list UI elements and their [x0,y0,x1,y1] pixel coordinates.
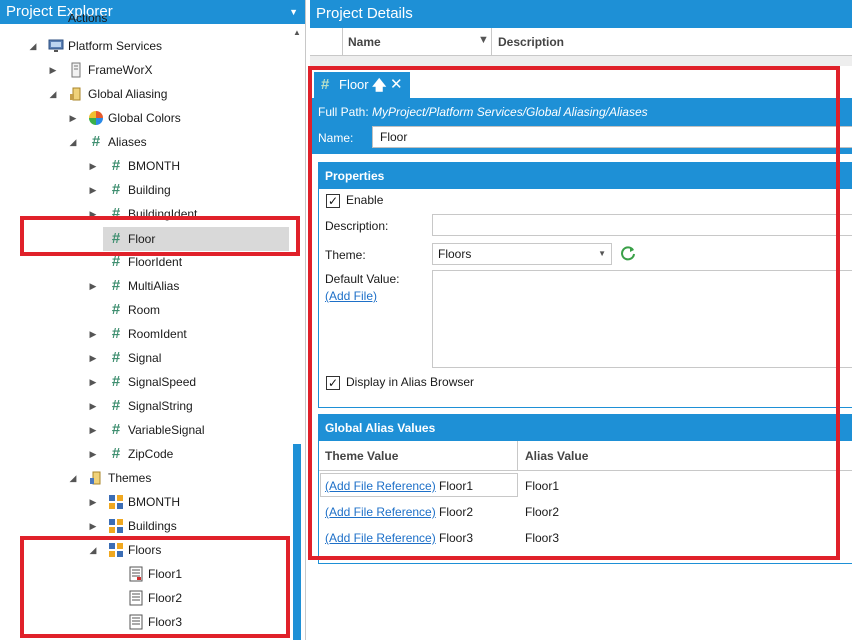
collapsed-arrow-icon[interactable]: ▶ [88,490,98,514]
tree-item-label: Buildings [128,519,177,533]
highlight-box-details [308,66,840,560]
tree-item-label: Platform Services [68,39,163,53]
alias-hash-icon: # [111,397,121,414]
alias-hash-icon: # [111,325,121,342]
collapsed-arrow-icon[interactable]: ▶ [88,322,98,346]
scrollbar-thumb[interactable] [293,444,301,640]
highlight-box-floors-theme [20,536,290,638]
details-grid-header: Name ▼ Description [310,28,852,56]
alias-hash-icon: # [111,445,121,462]
tree-item-label: Building [128,183,171,197]
collapsed-arrow-icon[interactable]: ▶ [88,514,98,538]
collapsed-arrow-icon[interactable]: ▶ [88,394,98,418]
tree-item-alias-room[interactable]: # Room [0,298,290,322]
tree-item-label: SignalString [128,399,193,413]
tree-item-label: Global Aliasing [88,87,168,101]
collapsed-arrow-icon[interactable]: ▶ [48,58,58,82]
column-header-name[interactable]: Name [348,28,381,56]
collapsed-arrow-icon[interactable]: ▶ [88,418,98,442]
column-header-description[interactable]: Description [498,28,564,56]
global-aliasing-icon [68,86,84,102]
collapsed-arrow-icon[interactable]: ▶ [88,442,98,466]
tree-item-label: MultiAlias [128,279,180,293]
alias-hash-icon: # [111,181,121,198]
project-details-title-bar: Project Details [310,0,852,28]
tree-item-label: Room [128,303,161,317]
scroll-up-arrow-icon[interactable]: ▲ [292,28,302,38]
column-separator[interactable] [491,28,492,56]
tree-item-label: ZipCode [128,447,174,461]
tree-item-alias-signalspeed[interactable]: ▶ # SignalSpeed [0,370,290,394]
color-palette-icon [88,110,104,126]
collapsed-arrow-icon[interactable]: ▶ [88,274,98,298]
tree-item-label: VariableSignal [128,423,205,437]
tree-item-label: Themes [108,471,152,485]
tree-item-label: Aliases [108,135,147,149]
tree-item-global-aliasing[interactable]: ◢ Global Aliasing [0,82,290,106]
monitor-icon [48,38,64,54]
tree-item-aliases[interactable]: ◢ # Aliases [0,130,290,154]
alias-hash-icon: # [111,373,121,390]
tree-item-label: RoomIdent [128,327,187,341]
collapsed-arrow-icon[interactable]: ▶ [88,178,98,202]
filter-icon[interactable]: ▼ [478,34,489,46]
tree-item-alias-building[interactable]: ▶ # Building [0,178,290,202]
expanded-arrow-icon[interactable]: ◢ [28,34,38,58]
tree-item-alias-roomident[interactable]: ▶ # RoomIdent [0,322,290,346]
expanded-arrow-icon[interactable]: ◢ [68,466,78,490]
tree-item-alias-variablesignal[interactable]: ▶ # VariableSignal [0,418,290,442]
chevron-down-icon[interactable]: ▼ [289,0,298,24]
collapsed-arrow-icon[interactable]: ▶ [68,106,78,130]
tree-item-alias-signal[interactable]: ▶ # Signal [0,346,290,370]
tree-item-label: Global Colors [108,111,181,125]
tree-item-global-colors[interactable]: ▶ Global Colors [0,106,290,130]
grid-scroll-strip [310,56,852,66]
alias-hash-icon: # [111,421,121,438]
tree-item-theme-bmonth[interactable]: ▶ BMONTH [0,490,290,514]
expanded-arrow-icon[interactable]: ◢ [68,130,78,154]
alias-hash-icon: # [111,301,121,318]
theme-grid-icon [108,518,124,534]
alias-hash-icon: # [91,133,101,150]
expanded-arrow-icon[interactable]: ◢ [48,82,58,106]
alias-hash-icon: # [111,157,121,174]
collapsed-arrow-icon[interactable]: ▶ [88,370,98,394]
tree-item-actions[interactable]: Actions [0,14,290,28]
tree-item-label: Signal [128,351,162,365]
alias-hash-icon: # [111,277,121,294]
tree-item-alias-signalstring[interactable]: ▶ # SignalString [0,394,290,418]
tree-item-themes[interactable]: ◢ Themes [0,466,290,490]
tree-item-label: BMONTH [128,159,180,173]
project-details-title: Project Details [316,5,413,22]
tree-item-label: BMONTH [128,495,180,509]
themes-icon [88,470,104,486]
column-separator [342,28,343,56]
tree-item-alias-bmonth[interactable]: ▶ # BMONTH [0,154,290,178]
tree-item-label: Actions [68,14,108,25]
highlight-box-floor-alias [20,216,300,256]
tree-item-alias-multialias[interactable]: ▶ # MultiAlias [0,274,290,298]
tree-item-label: SignalSpeed [128,375,197,389]
tree-item-frameworx[interactable]: ▶ FrameWorX [0,58,290,82]
tree-item-platform-services[interactable]: ◢ Platform Services [0,34,290,58]
tree-item-label: FrameWorX [88,63,153,77]
collapsed-arrow-icon[interactable]: ▶ [88,346,98,370]
tree-item-alias-zipcode[interactable]: ▶ # ZipCode [0,442,290,466]
tree-item-theme-buildings[interactable]: ▶ Buildings [0,514,290,538]
alias-hash-icon: # [111,349,121,366]
theme-grid-icon [108,494,124,510]
collapsed-arrow-icon[interactable]: ▶ [88,154,98,178]
server-icon [68,62,84,78]
alias-hash-icon: # [111,253,121,270]
